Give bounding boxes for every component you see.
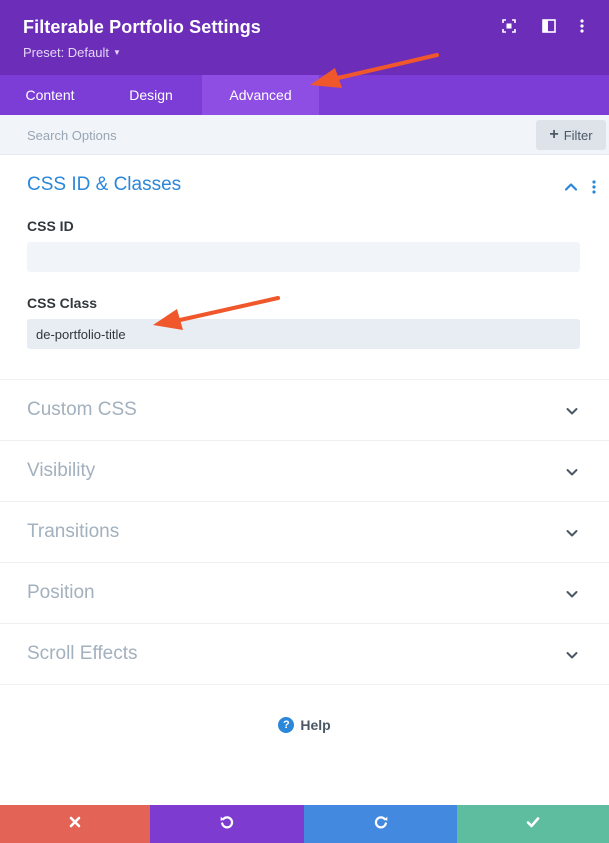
undo-button[interactable] — [150, 805, 304, 843]
search-options-input[interactable] — [0, 115, 520, 155]
plus-icon: + — [549, 126, 559, 143]
cancel-button[interactable] — [0, 805, 150, 843]
save-button[interactable] — [457, 805, 609, 843]
css-id-input[interactable] — [27, 242, 580, 272]
search-bar: + Filter — [0, 115, 609, 155]
section-more-icon[interactable] — [588, 179, 600, 195]
footer-actions — [0, 805, 609, 843]
check-icon — [526, 815, 540, 833]
section-position[interactable]: Position — [0, 563, 609, 624]
filter-label: Filter — [563, 127, 593, 143]
caret-down-icon: ▼ — [113, 48, 121, 57]
tab-content[interactable]: Content — [0, 75, 100, 115]
section-custom-css[interactable]: Custom CSS — [0, 380, 609, 441]
chevron-down-icon — [564, 525, 580, 541]
filter-button[interactable]: + Filter — [536, 120, 606, 150]
help-label: Help — [300, 717, 331, 733]
section-scroll-effects[interactable]: Scroll Effects — [0, 624, 609, 685]
close-icon — [69, 815, 81, 833]
expand-icon[interactable] — [501, 18, 517, 34]
section-css-id-classes: CSS ID & Classes CSS ID CSS Class — [0, 155, 609, 380]
chevron-down-icon — [564, 464, 580, 480]
redo-button[interactable] — [304, 805, 457, 843]
chevron-down-icon — [564, 403, 580, 419]
tab-design[interactable]: Design — [100, 75, 202, 115]
undo-icon — [219, 814, 235, 835]
section-transitions[interactable]: Transitions — [0, 502, 609, 563]
section-title: Custom CSS — [27, 399, 137, 420]
modal-header: Filterable Portfolio Settings Preset: De… — [0, 0, 609, 75]
help-link[interactable]: ? Help — [0, 713, 609, 737]
more-vertical-icon[interactable] — [574, 18, 590, 34]
preset-label: Preset: Default — [23, 45, 109, 60]
help-icon: ? — [278, 717, 295, 733]
chevron-up-icon[interactable] — [563, 179, 579, 195]
redo-icon — [373, 814, 389, 835]
css-class-input[interactable] — [27, 319, 580, 349]
chevron-down-icon — [564, 647, 580, 663]
tab-bar: Content Design Advanced — [0, 75, 609, 115]
section-title: Transitions — [27, 521, 120, 542]
split-view-icon[interactable] — [541, 18, 557, 34]
section-title[interactable]: CSS ID & Classes — [27, 174, 181, 196]
css-class-label: CSS Class — [27, 295, 98, 311]
css-id-label: CSS ID — [27, 218, 74, 234]
tab-advanced[interactable]: Advanced — [202, 75, 319, 115]
section-title: Visibility — [27, 460, 96, 481]
preset-selector[interactable]: Preset: Default ▼ — [23, 45, 121, 60]
section-title: Position — [27, 582, 95, 603]
modal-title: Filterable Portfolio Settings — [23, 17, 261, 37]
section-visibility[interactable]: Visibility — [0, 441, 609, 502]
chevron-down-icon — [564, 586, 580, 602]
section-title: Scroll Effects — [27, 643, 138, 664]
